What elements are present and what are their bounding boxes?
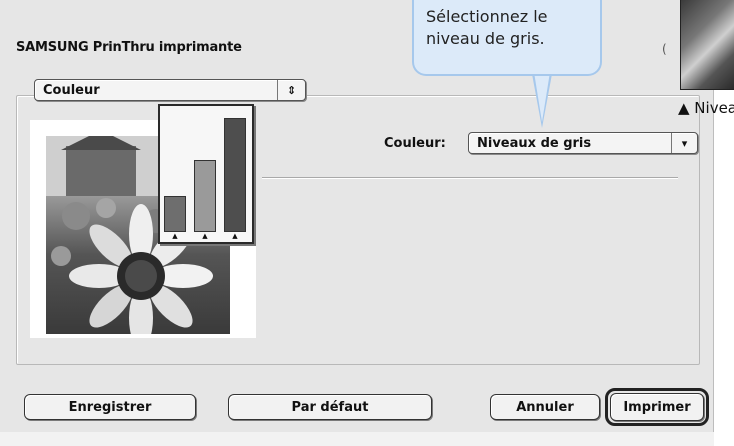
cancel-button[interactable]: Annuler xyxy=(490,394,600,420)
bar-marker-low: ▲ xyxy=(172,232,178,240)
grayscale-bar-chart: ▲ ▲ ▲ xyxy=(158,104,254,244)
print-button[interactable]: Imprimer xyxy=(610,393,704,421)
chevron-down-icon: ▾ xyxy=(671,133,697,153)
callout-tail-fill xyxy=(534,72,550,122)
bar-low xyxy=(164,196,186,232)
grayscale-sample-thumbnail xyxy=(680,0,734,90)
thumbnail-caption: ▲ Niveaux de gris xyxy=(678,99,734,117)
instruction-callout: Sélectionnez le niveau de gris. xyxy=(412,0,602,76)
color-setting-label: Couleur: xyxy=(384,136,446,151)
divider xyxy=(262,177,678,179)
bar-marker-high: ▲ xyxy=(232,232,238,240)
bar-high xyxy=(224,118,246,232)
save-button[interactable]: Enregistrer xyxy=(24,394,196,420)
bar-mid xyxy=(194,160,216,232)
color-mode-value: Niveaux de gris xyxy=(477,135,592,151)
print-dialog: SAMSUNG PrinThru imprimante ( Couleur ⇕ xyxy=(0,0,714,446)
dialog-title: SAMSUNG PrinThru imprimante xyxy=(16,40,242,55)
section-popup[interactable]: Couleur ⇕ xyxy=(34,79,306,101)
default-button[interactable]: Par défaut xyxy=(228,394,432,420)
bar-marker-mid: ▲ xyxy=(202,232,208,240)
dialog-title-mark: ( xyxy=(662,42,667,56)
color-mode-popup[interactable]: Niveaux de gris ▾ xyxy=(468,132,698,154)
section-popup-value: Couleur xyxy=(43,82,100,98)
color-preview-illustration: ▲ ▲ ▲ xyxy=(30,104,256,338)
dialog-bottom-strip xyxy=(0,432,714,446)
updown-arrows-icon: ⇕ xyxy=(277,80,305,100)
